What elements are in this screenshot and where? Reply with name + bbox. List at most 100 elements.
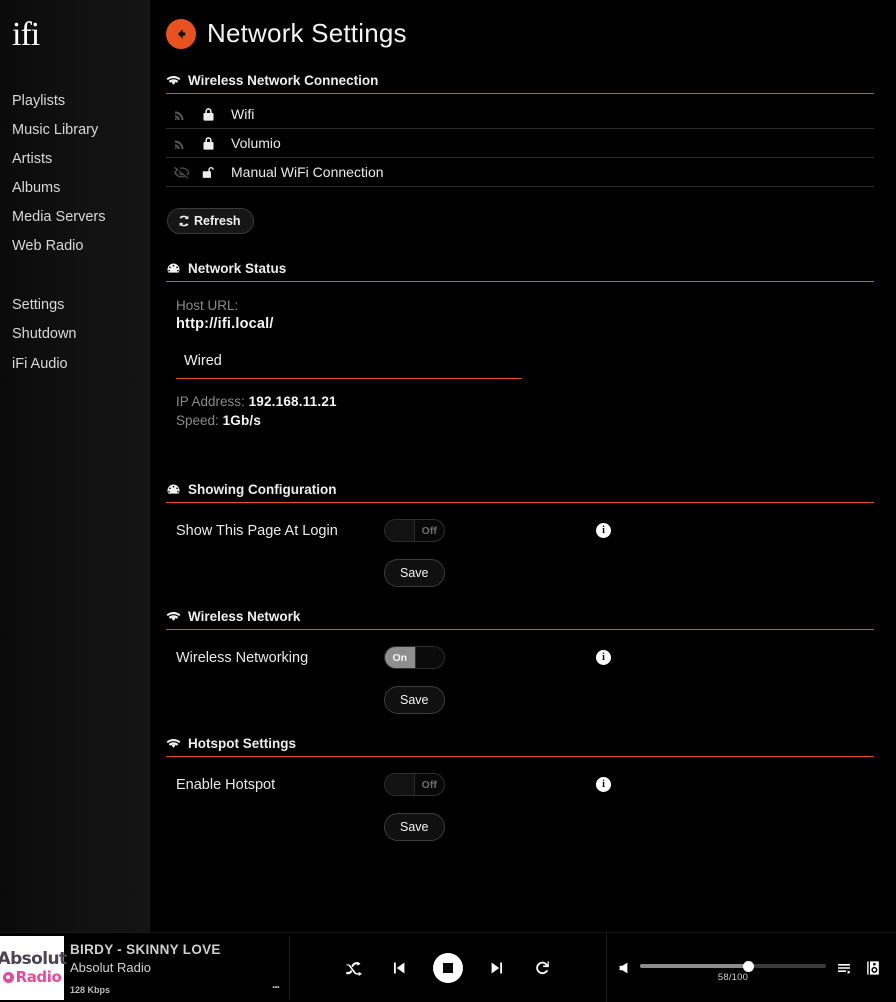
- lock-closed-icon: [203, 107, 214, 121]
- sidebar-item-media-servers[interactable]: Media Servers: [0, 203, 149, 232]
- wireless-connection-title: Wireless Network Connection: [188, 73, 379, 88]
- queue-list-icon[interactable]: [836, 959, 854, 977]
- volume-area: 58/100: [606, 932, 896, 1002]
- enable-hotspot-label: Enable Hotspot: [176, 776, 276, 793]
- wireless-network-list: Wifi Volumio Manual WiFi Connection: [166, 100, 874, 187]
- show-page-at-login-label: Show This Page At Login: [176, 522, 338, 539]
- audio-output-icon[interactable]: [864, 959, 882, 977]
- showing-configuration-section: Showing Configuration Show This Page At …: [150, 482, 896, 587]
- show-page-at-login-row: Show This Page At Login Off i: [166, 503, 874, 543]
- toggle-knob: [385, 520, 415, 542]
- dashboard-icon: [167, 263, 180, 273]
- host-url-value: http://ifi.local/: [176, 315, 274, 332]
- sidebar-item-playlists[interactable]: Playlists: [0, 86, 149, 115]
- shuffle-icon: [346, 961, 362, 976]
- dashboard-icon: [167, 484, 180, 494]
- showing-configuration-save-wrap: Save: [166, 543, 874, 587]
- toggle-knob: [414, 647, 444, 669]
- hotspot-settings-title: Hotspot Settings: [188, 735, 296, 751]
- previous-button[interactable]: [388, 957, 410, 979]
- network-row-wifi[interactable]: Wifi: [166, 100, 874, 129]
- wireless-network-save-wrap: Save: [166, 670, 874, 714]
- network-status-title: Network Status: [188, 261, 287, 276]
- ifi-logo: ifi: [12, 16, 40, 53]
- toggle-state-text: Off: [421, 524, 437, 537]
- refresh-button[interactable]: Refresh: [167, 208, 254, 234]
- sidebar-item-albums[interactable]: Albums: [0, 173, 149, 202]
- save-button[interactable]: Save: [384, 812, 445, 841]
- speed-label: Speed:: [176, 412, 219, 428]
- wifi-icon: [166, 611, 181, 621]
- sidebar-item-music-library[interactable]: Music Library: [0, 115, 149, 144]
- stop-icon: [443, 962, 453, 973]
- network-status-section: Network Status Host URL: http://ifi.loca…: [150, 261, 896, 430]
- volume-slider[interactable]: 58/100: [640, 953, 826, 983]
- info-icon[interactable]: i: [596, 777, 611, 793]
- section-divider: [166, 93, 874, 94]
- signal-icon: [175, 111, 184, 120]
- hotspot-settings-save-wrap: Save: [166, 797, 874, 841]
- album-art-line2: Radio: [15, 967, 62, 986]
- network-name: Volumio: [231, 135, 281, 151]
- track-more-button[interactable]: ...: [272, 977, 280, 991]
- host-url-label: Host URL:: [176, 298, 239, 313]
- enable-hotspot-toggle[interactable]: Off: [384, 773, 445, 797]
- wireless-networking-toggle[interactable]: On: [384, 646, 445, 670]
- lock-closed-icon: [203, 136, 214, 150]
- wireless-connection-header: Wireless Network Connection: [166, 73, 874, 93]
- volume-slider-fill: [640, 963, 748, 968]
- info-icon[interactable]: i: [596, 523, 611, 539]
- toggle-knob: [385, 774, 415, 796]
- ip-address-value: 192.168.11.21: [248, 393, 337, 409]
- network-status-header: Network Status: [166, 261, 874, 281]
- refresh-label: Refresh: [194, 214, 241, 228]
- info-icon[interactable]: i: [596, 650, 611, 666]
- showing-configuration-header: Showing Configuration: [166, 482, 874, 502]
- sidebar-item-ifi-audio[interactable]: iFi Audio: [0, 349, 149, 378]
- volume-slider-knob[interactable]: [742, 960, 754, 972]
- next-button[interactable]: [486, 957, 508, 979]
- ip-address-row: IP Address: 192.168.11.21: [176, 392, 874, 411]
- sidebar-item-artists[interactable]: Artists: [0, 144, 149, 173]
- sidebar-item-web-radio[interactable]: Web Radio: [0, 232, 149, 261]
- stop-button[interactable]: [433, 952, 463, 983]
- sidebar: ifi Playlists Music Library Artists Albu…: [0, 0, 150, 932]
- connection-type-tab[interactable]: Wired: [176, 353, 522, 379]
- arrow-left-icon: [177, 28, 186, 39]
- network-row-volumio[interactable]: Volumio: [166, 129, 874, 158]
- playback-controls: [290, 952, 606, 983]
- album-art-line2-wrap: Radio: [2, 967, 62, 986]
- speed-row: Speed: 1Gb/s: [176, 411, 874, 430]
- wireless-connection-section: Wireless Network Connection Wifi Volumio…: [150, 73, 896, 234]
- page-header: Network Settings: [150, 0, 896, 49]
- tab-underline: [176, 377, 522, 379]
- speaker-icon[interactable]: [619, 962, 630, 974]
- save-button[interactable]: Save: [384, 558, 445, 587]
- save-button[interactable]: Save: [384, 685, 445, 714]
- speed-value: 1Gb/s: [222, 412, 262, 428]
- toggle-state-text: Off: [421, 778, 437, 791]
- back-button[interactable]: [166, 18, 196, 49]
- wireless-network-title: Wireless Network: [188, 608, 301, 624]
- repeat-button[interactable]: [531, 957, 553, 979]
- show-page-at-login-toggle[interactable]: Off: [384, 519, 445, 543]
- track-title: BIRDY - SKINNY LOVE: [70, 941, 221, 957]
- main-content: Network Settings Wireless Network Connec…: [150, 0, 896, 932]
- wireless-network-header: Wireless Network: [166, 609, 874, 629]
- shuffle-button[interactable]: [343, 957, 365, 979]
- album-art-line1: Absolut: [0, 948, 67, 969]
- sidebar-item-shutdown[interactable]: Shutdown: [0, 320, 149, 349]
- track-bitrate: 128 Kbps: [70, 984, 111, 995]
- lock-open-icon: [202, 166, 214, 178]
- network-name: Manual WiFi Connection: [231, 164, 384, 180]
- enable-hotspot-row: Enable Hotspot Off i: [166, 757, 874, 797]
- repeat-icon: [535, 961, 549, 975]
- page-title: Network Settings: [207, 18, 407, 48]
- eye-slash-icon: [174, 166, 190, 179]
- sidebar-item-settings[interactable]: Settings: [0, 291, 149, 320]
- network-row-manual[interactable]: Manual WiFi Connection: [166, 158, 874, 187]
- track-subtitle: Absolut Radio: [70, 959, 151, 975]
- signal-icon: [175, 140, 184, 149]
- sidebar-nav-primary: Playlists Music Library Artists Albums M…: [0, 86, 149, 261]
- album-art[interactable]: Absolut Radio: [0, 935, 67, 1000]
